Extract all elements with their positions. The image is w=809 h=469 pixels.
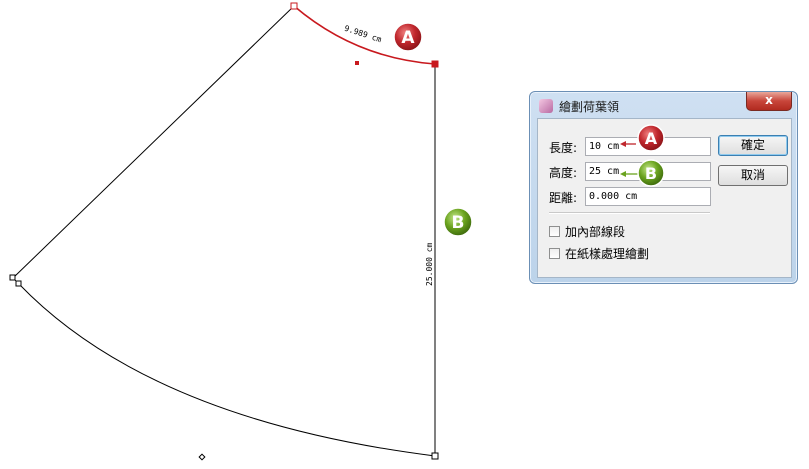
control-point[interactable] <box>9 274 16 281</box>
height-measure-label: 25.000 cm <box>425 242 434 286</box>
ok-button[interactable]: 確定 <box>718 135 788 156</box>
paper-pattern-label: 在紙樣處理繪劃 <box>565 247 650 261</box>
checkbox-box[interactable] <box>549 248 560 259</box>
control-point[interactable] <box>355 61 359 65</box>
control-point[interactable] <box>15 280 22 287</box>
close-button[interactable]: x <box>746 92 792 111</box>
cancel-button[interactable]: 取消 <box>718 165 788 186</box>
hem-curve[interactable] <box>12 277 436 457</box>
control-point[interactable] <box>198 453 206 461</box>
height-label: 高度: <box>549 166 578 180</box>
dialog-title: 繪劃荷葉領 <box>559 100 620 114</box>
svg-text:B: B <box>452 213 465 233</box>
close-icon: x <box>765 93 773 107</box>
dialog-client: 長度: 10 cm 高度: 25 cm 距離: 0.000 cm 加內部線段 在… <box>537 118 792 278</box>
paper-pattern-checkbox[interactable]: 在紙樣處理繪劃 <box>549 245 649 262</box>
left-edge-line[interactable] <box>12 5 295 279</box>
separator <box>549 212 710 214</box>
length-label: 長度: <box>549 141 578 155</box>
dialog-titlebar[interactable]: 繪劃荷葉領 x <box>530 92 797 118</box>
distance-input[interactable]: 0.000 cm <box>585 187 711 206</box>
inner-lines-checkbox[interactable]: 加內部線段 <box>549 223 625 240</box>
control-point[interactable] <box>431 452 439 460</box>
inner-lines-label: 加內部線段 <box>565 225 626 239</box>
length-input[interactable]: 10 cm <box>585 137 711 156</box>
distance-label: 距離: <box>549 191 578 205</box>
badge-b-icon: B <box>443 207 473 237</box>
collar-dialog: 繪劃荷葉領 x 長度: 10 cm 高度: 25 cm 距離: 0.000 cm… <box>529 91 798 284</box>
app-icon <box>539 99 553 113</box>
checkbox-box[interactable] <box>549 226 560 237</box>
control-point[interactable] <box>290 2 298 10</box>
badge-a-icon: A <box>393 22 423 52</box>
svg-text:A: A <box>401 28 415 48</box>
height-input[interactable]: 25 cm <box>585 162 711 181</box>
control-point[interactable] <box>431 60 439 68</box>
